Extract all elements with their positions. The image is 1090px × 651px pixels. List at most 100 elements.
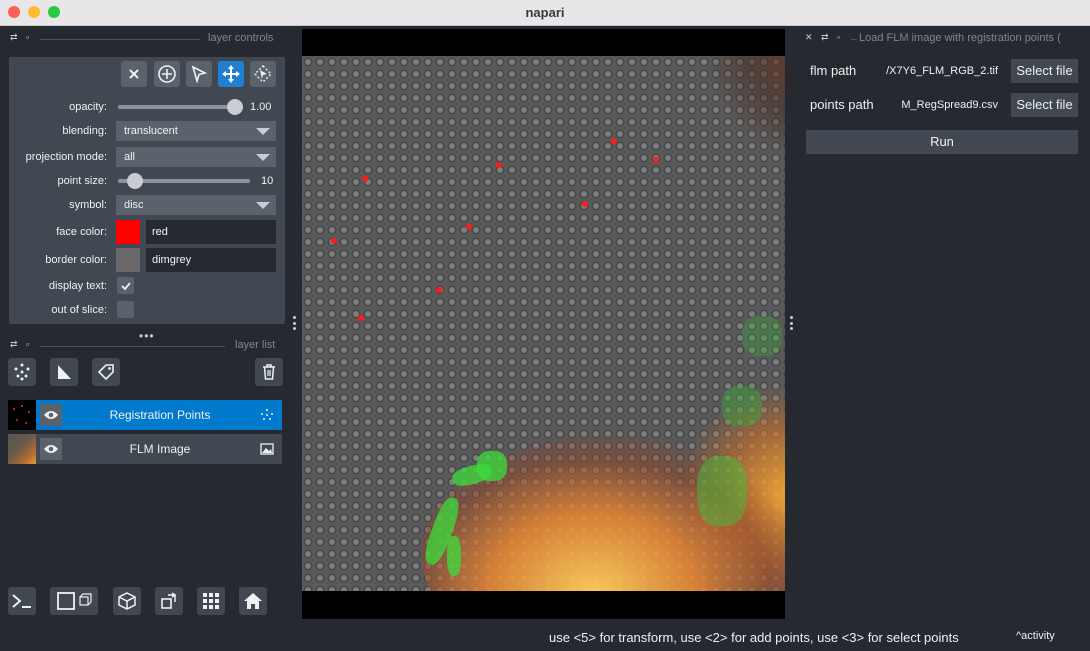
shapes-layer-icon xyxy=(58,365,71,379)
terminal-icon xyxy=(12,594,31,608)
checkmark-icon xyxy=(120,281,131,290)
close-icon xyxy=(129,69,139,79)
float-dock-icon[interactable]: ⇄ xyxy=(10,32,18,43)
add-points-button[interactable] xyxy=(154,61,180,87)
layer-item-flm-image[interactable]: FLM Image xyxy=(8,434,282,464)
float-dock-icon[interactable]: ⇄ xyxy=(821,32,829,43)
registration-point[interactable] xyxy=(611,138,617,144)
out-of-slice-checkbox[interactable] xyxy=(117,301,134,318)
rotate-select-icon xyxy=(254,65,272,83)
flm-path-input[interactable]: /X7Y6_FLM_RGB_2.tif xyxy=(876,59,1004,83)
close-icon[interactable]: ✕ xyxy=(805,32,813,43)
layer-controls-header: ⇄ ▫ layer controls xyxy=(10,32,285,46)
points-path-input[interactable]: M_RegSpread9.csv xyxy=(893,93,1004,117)
registration-point[interactable] xyxy=(358,315,364,321)
image-icon xyxy=(260,442,274,461)
delete-layer-button[interactable] xyxy=(255,358,283,386)
points-icon xyxy=(260,408,274,427)
console-button[interactable] xyxy=(8,587,36,615)
close-dock-icon[interactable]: ▫ xyxy=(26,32,29,42)
projection-mode-label: projection mode: xyxy=(25,151,107,163)
eye-icon xyxy=(44,411,58,419)
cursor-arrow-icon xyxy=(191,65,208,83)
blending-select[interactable]: translucent xyxy=(116,121,276,141)
face-color-input[interactable]: red xyxy=(146,220,276,244)
left-dock-resize-handle[interactable] xyxy=(293,316,297,330)
flm-image-view xyxy=(302,56,785,591)
layer-item-registration-points[interactable]: Registration Points xyxy=(8,400,282,430)
new-shapes-layer-button[interactable] xyxy=(50,358,78,386)
point-size-value: 10 xyxy=(261,175,274,187)
window-title: napari xyxy=(525,5,565,20)
activity-button[interactable]: ^activity xyxy=(1016,630,1055,642)
points-layer-icon xyxy=(14,363,30,381)
grid-icon xyxy=(203,593,219,609)
projection-mode-select[interactable]: all xyxy=(116,147,276,167)
blending-value: translucent xyxy=(124,125,178,137)
select-rotate-button[interactable] xyxy=(250,61,276,87)
reset-view-button[interactable] xyxy=(239,587,267,615)
run-button[interactable]: Run xyxy=(806,130,1078,154)
layer-controls-panel: opacity: 1.00 blending: translucent proj… xyxy=(9,57,285,324)
visibility-toggle[interactable] xyxy=(40,438,62,460)
out-of-slice-label: out of slice: xyxy=(51,304,107,316)
layer-list-title: layer list xyxy=(235,339,276,351)
display-text-checkbox[interactable] xyxy=(117,277,134,294)
restore-dock-icon[interactable]: ▫ xyxy=(837,32,840,42)
chevron-down-icon xyxy=(256,154,270,161)
transpose-icon xyxy=(161,592,177,609)
registration-point[interactable] xyxy=(331,238,337,244)
plugin-title: Load FLM image with registration points … xyxy=(859,32,1061,44)
ndisplay-button[interactable] xyxy=(50,587,98,615)
symbol-label: symbol: xyxy=(69,199,107,211)
symbol-select[interactable]: disc xyxy=(116,195,276,215)
border-color-input[interactable]: dimgrey xyxy=(146,248,276,272)
registration-point[interactable] xyxy=(362,176,368,182)
point-size-slider-handle[interactable] xyxy=(127,173,144,189)
close-dock-icon[interactable]: ▫ xyxy=(26,339,29,349)
layer-thumbnail xyxy=(8,400,36,430)
blending-label: blending: xyxy=(62,125,107,137)
plugin-dock-header: ✕ ⇄ ▫ Load FLM image with registration p… xyxy=(805,32,1085,46)
new-points-layer-button[interactable] xyxy=(8,358,36,386)
transform-button[interactable] xyxy=(218,61,244,87)
opacity-slider-handle[interactable] xyxy=(227,99,243,115)
float-dock-icon[interactable]: ⇄ xyxy=(10,339,18,350)
layer-thumbnail xyxy=(8,434,36,464)
registration-point[interactable] xyxy=(496,162,502,168)
transpose-dims-button[interactable] xyxy=(155,587,183,615)
delete-selected-points-button[interactable] xyxy=(121,61,147,87)
select-points-button[interactable] xyxy=(186,61,212,87)
layer-controls-title: layer controls xyxy=(208,32,274,44)
face-color-swatch[interactable] xyxy=(116,220,140,244)
registration-point[interactable] xyxy=(582,201,588,207)
flm-path-label: flm path xyxy=(810,63,857,78)
chevron-down-icon xyxy=(256,202,270,209)
move-arrows-icon xyxy=(222,65,240,83)
new-labels-layer-button[interactable] xyxy=(92,358,120,386)
eye-icon xyxy=(44,445,58,453)
registration-point[interactable] xyxy=(466,224,472,230)
activity-label: activity xyxy=(1021,630,1055,642)
points-path-label: points path xyxy=(810,97,874,112)
right-dock-resize-handle[interactable] xyxy=(790,316,794,330)
display-text-label: display text: xyxy=(48,280,107,292)
layer-name: FLM Image xyxy=(129,442,191,456)
registration-point[interactable] xyxy=(436,287,442,293)
roll-dims-button[interactable] xyxy=(113,587,141,615)
face-color-label: face color: xyxy=(56,226,107,238)
opacity-label: opacity: xyxy=(69,101,107,113)
border-color-swatch[interactable] xyxy=(116,248,140,272)
select-flm-file-button[interactable]: Select file xyxy=(1011,59,1078,83)
chevron-down-icon xyxy=(256,128,270,135)
visibility-toggle[interactable] xyxy=(40,404,62,426)
registration-point[interactable] xyxy=(653,157,659,163)
home-icon xyxy=(244,593,262,609)
grid-view-button[interactable] xyxy=(197,587,225,615)
opacity-slider[interactable] xyxy=(118,105,235,109)
select-points-file-button[interactable]: Select file xyxy=(1011,93,1078,117)
tag-icon xyxy=(97,364,114,381)
viewer-canvas[interactable] xyxy=(302,29,785,619)
square-cube-icon xyxy=(57,592,92,610)
status-message: use <5> for transform, use <2> for add p… xyxy=(549,630,959,645)
